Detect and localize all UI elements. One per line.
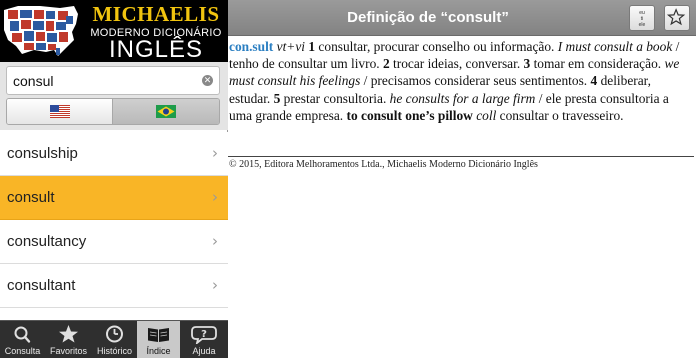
sense-text: tomar em consideração. [530,56,665,72]
search-input[interactable] [13,70,193,91]
us-flag-icon [50,105,70,118]
brazil-flag-icon [156,105,176,118]
list-item-label: consulship [7,145,78,162]
conjugation-button[interactable]: eu ti ele [629,5,655,31]
chevron-right-icon: › [212,276,218,294]
tab-label: Índice [146,346,171,356]
english-to-portuguese-button[interactable] [7,99,113,124]
clock-icon [106,325,123,343]
usage-tag: coll [476,107,497,123]
tab-favoritos[interactable]: Favoritos [45,321,92,358]
list-item[interactable]: consultancy › [0,220,228,264]
book-icon [148,328,169,342]
copyright-notice: © 2015, Editora Melhoramentos Ltda., Mic… [229,159,538,170]
list-item[interactable]: consult › [0,176,228,220]
search-area: ✕ [0,62,228,130]
tab-historico[interactable]: Histórico [92,321,137,358]
chevron-right-icon: › [212,144,218,162]
add-favorite-button[interactable] [664,5,690,31]
sense-text: prestar consultoria. [280,90,390,106]
list-item[interactable]: consultant › [0,264,228,308]
divider [228,156,694,157]
tab-consulta[interactable]: Consulta [0,321,45,358]
tab-ajuda[interactable]: ? Ajuda [180,321,228,358]
conjugation-line: ele [638,22,646,28]
part-of-speech: vt+vi [276,39,306,54]
logo-brand-text: MICHAELIS [92,2,220,26]
app-logo: MICHAELIS MODERNO DICIONÁRIO INGLÊS [0,0,228,62]
translation: / precisamos considerar seus sentimentos… [360,73,591,89]
search-box[interactable]: ✕ [6,66,220,95]
tab-label: Ajuda [192,346,216,356]
star-outline-icon [666,8,686,26]
word-index-list: consulship › consult › consultancy › con… [0,132,228,320]
example: he consults for a large firm [389,90,536,106]
language-direction-switch [6,98,220,125]
list-item[interactable]: consulship › [0,132,228,176]
star-icon [59,325,78,343]
sense-text: trocar ideias, conversar. [389,56,524,72]
logo-language: INGLÊS [108,36,204,63]
svg-text:?: ? [201,329,207,340]
tab-label: Histórico [96,346,132,356]
list-item-label: consult [7,189,55,206]
portuguese-to-english-button[interactable] [113,99,219,124]
definition-header: Definição de “consult” eu ti ele [228,0,696,36]
bottom-tab-bar: Consulta Favoritos Histórico Índice ? Aj… [0,320,228,358]
translation: consultar o travesseiro. [496,107,624,123]
sense-text: consultar, procurar conselho ou informaç… [315,39,558,54]
chevron-right-icon: › [212,232,218,250]
list-item-label: consultant [7,277,76,294]
list-item-label: consultancy [7,233,87,250]
page-title: Definição de “consult” [347,9,509,26]
phrase: to consult one’s pillow [346,107,473,123]
search-icon [14,326,31,343]
help-bubble-icon: ? [191,326,217,344]
example: I must consult a book [557,39,673,54]
headword: con.sult [229,39,274,54]
chevron-right-icon: › [212,188,218,206]
clear-search-icon[interactable]: ✕ [202,75,213,86]
left-panel: MICHAELIS MODERNO DICIONÁRIO INGLÊS ✕ [0,0,228,358]
tab-label: Favoritos [49,346,87,356]
list-item[interactable] [0,308,228,320]
tab-label: Consulta [4,346,41,356]
definition-text: con.sult vt+vi 1 consultar, procurar con… [228,38,696,124]
tab-indice[interactable]: Índice [137,321,180,358]
usa-map-logo-icon [0,0,82,62]
sense-number: 2 [382,56,390,72]
definition-panel: Definição de “consult” eu ti ele con.sul… [228,0,696,358]
